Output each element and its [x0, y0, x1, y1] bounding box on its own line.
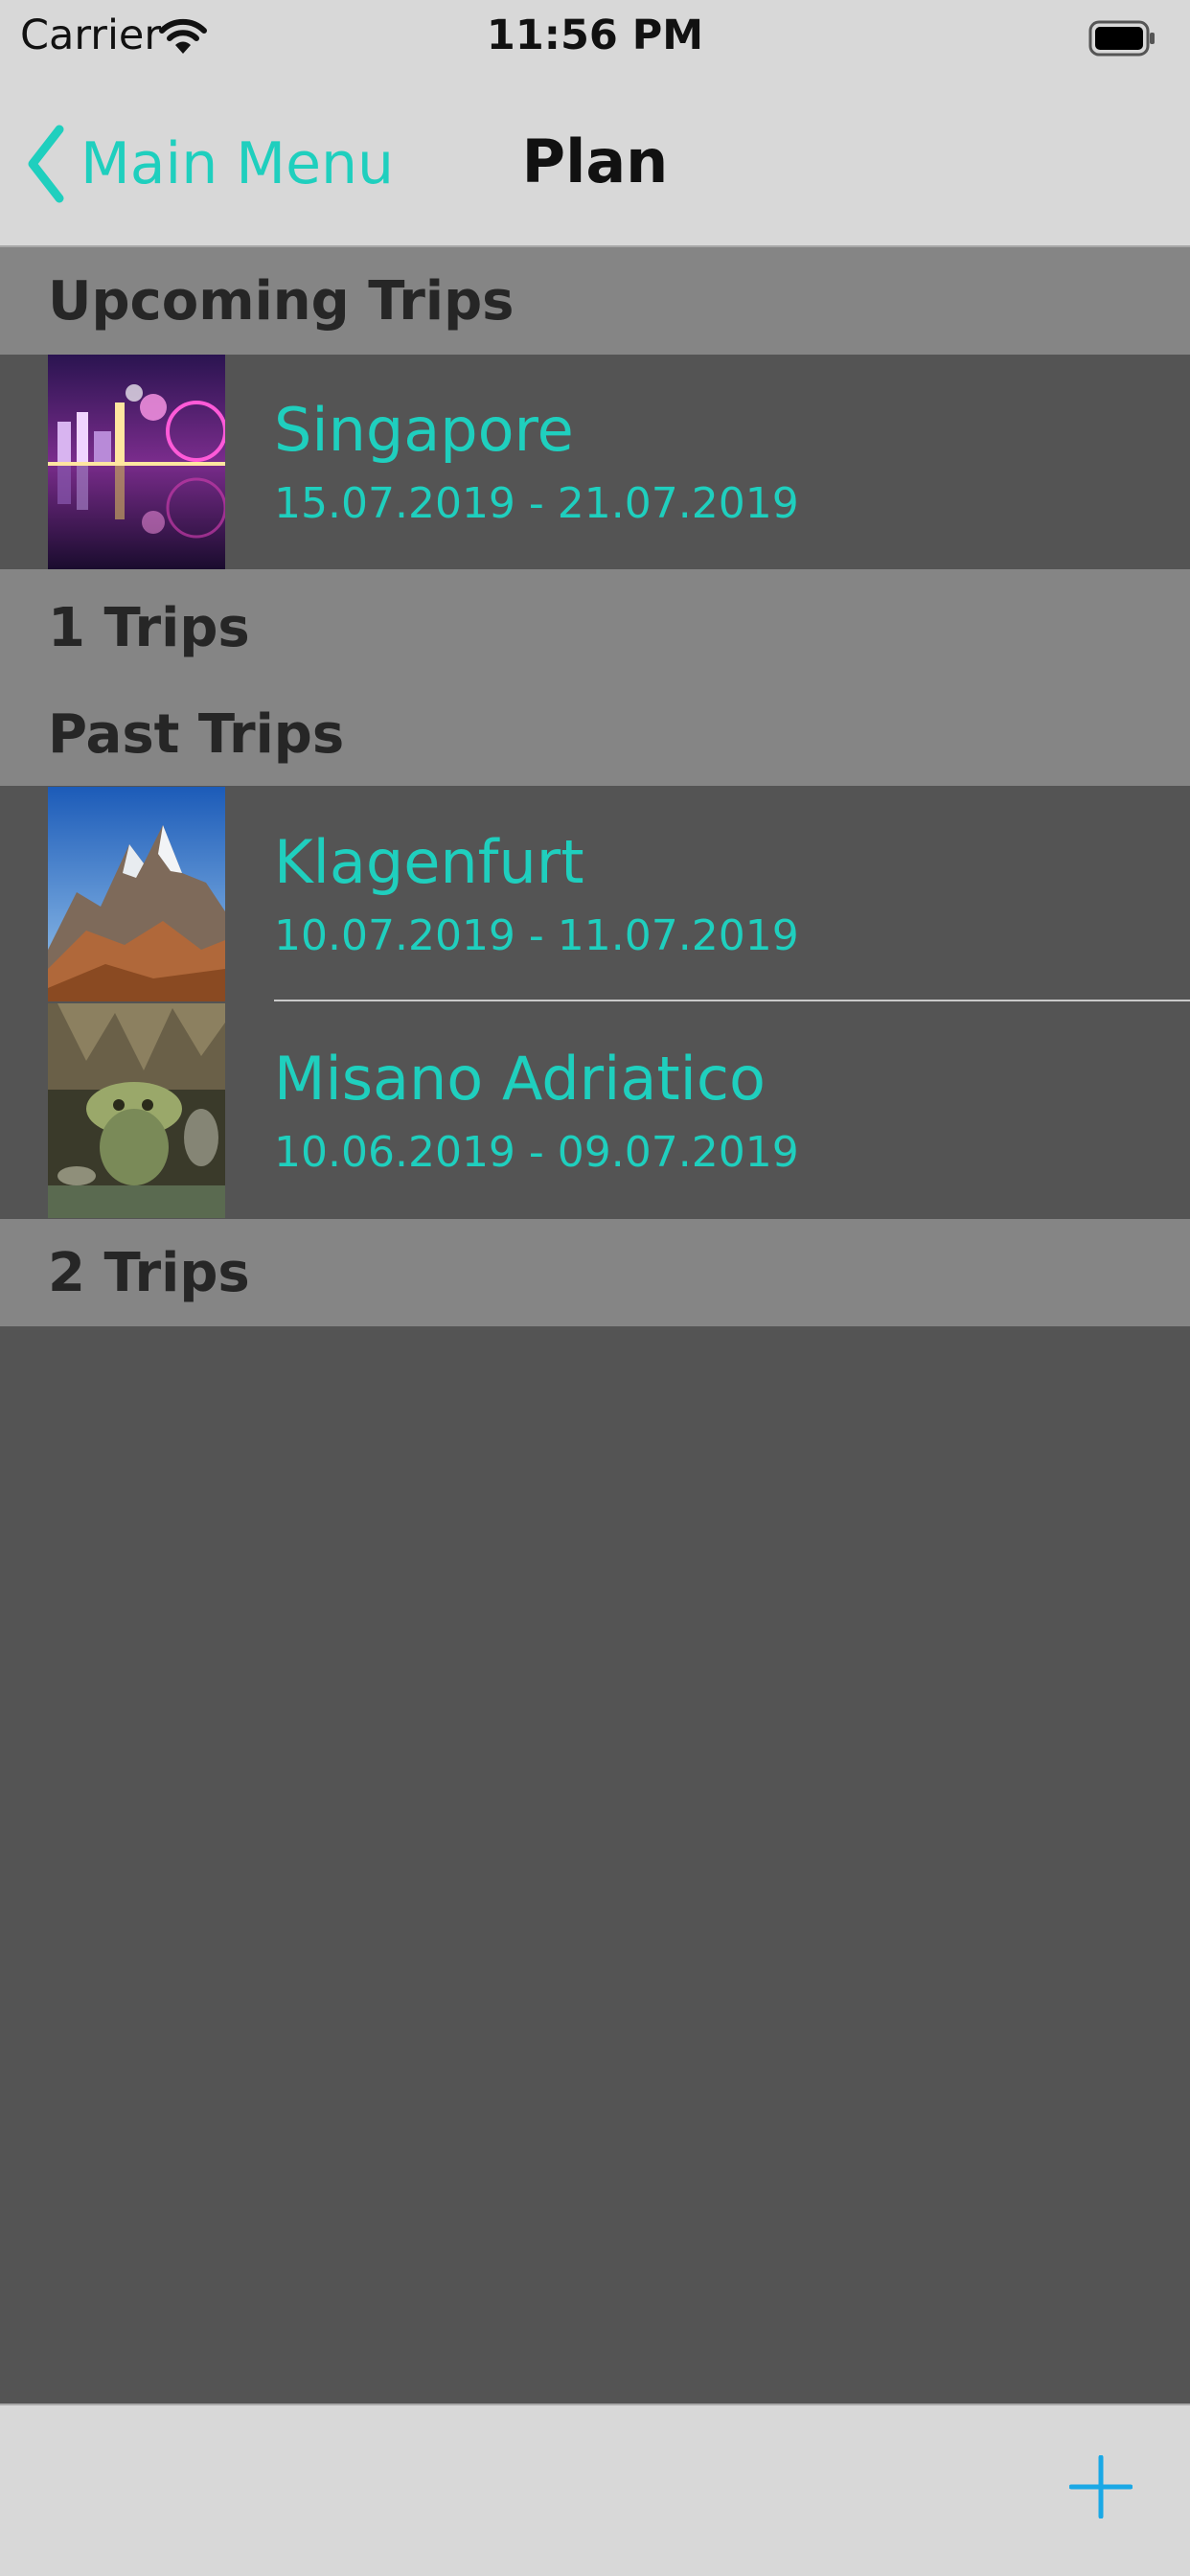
trip-thumbnail-misano-adriatico	[48, 1003, 225, 1218]
section-header-upcoming: Upcoming Trips	[0, 247, 1190, 355]
trip-name: Misano Adriatico	[274, 1044, 766, 1114]
trip-name: Klagenfurt	[274, 827, 584, 897]
navigation-bar: Main Menu Plan	[0, 77, 1190, 247]
section-footer-past: 2 Trips	[0, 1219, 1190, 1326]
section-title: Past Trips	[48, 703, 345, 766]
trip-row-misano-adriatico[interactable]: Misano Adriatico 10.06.2019 - 09.07.2019	[0, 1003, 1190, 1218]
trip-dates: 15.07.2019 - 21.07.2019	[274, 479, 799, 528]
section-title: Upcoming Trips	[48, 270, 515, 333]
trip-dates: 10.07.2019 - 11.07.2019	[274, 911, 799, 960]
page-title: Plan	[521, 126, 669, 196]
trip-thumbnail-singapore	[48, 355, 225, 569]
battery-icon	[1088, 20, 1155, 57]
plus-icon[interactable]	[1069, 2455, 1133, 2518]
trip-row-klagenfurt[interactable]: Klagenfurt 10.07.2019 - 11.07.2019	[0, 787, 1190, 1001]
trip-thumbnail-klagenfurt	[48, 787, 225, 1001]
section-footer-upcoming: 1 Trips	[0, 569, 1190, 677]
status-time: 11:56 PM	[486, 12, 704, 59]
empty-table-area	[0, 1326, 1190, 2404]
section-header-past: Past Trips	[0, 677, 1190, 786]
bottom-toolbar	[0, 2404, 1190, 2576]
trip-dates: 10.06.2019 - 09.07.2019	[274, 1128, 799, 1177]
trip-count: 1 Trips	[48, 597, 250, 659]
trip-name: Singapore	[274, 395, 574, 465]
trip-count: 2 Trips	[48, 1242, 250, 1304]
trip-row-singapore[interactable]: Singapore 15.07.2019 - 21.07.2019	[0, 355, 1190, 569]
row-divider	[274, 1000, 1190, 1001]
status-bar: Carrier 11:56 PM	[0, 0, 1190, 77]
